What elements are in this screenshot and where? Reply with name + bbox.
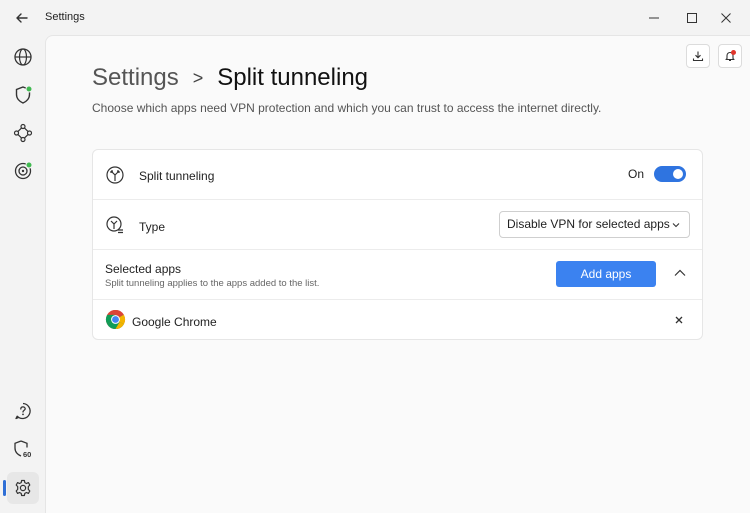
rail-item-threat-protection[interactable] [7,155,39,187]
split-arrows-icon [106,166,124,184]
notification-dot [731,50,736,55]
chrome-icon [105,309,126,330]
shield-60-icon: 60 [14,440,31,459]
rail-item-globe[interactable] [7,41,39,73]
chevron-up-icon[interactable] [672,265,688,281]
split-tunneling-card: Split tunneling On Type Disable VPN for … [92,149,703,340]
split-type-icon [106,216,123,234]
type-row: Type Disable VPN for selected apps [93,200,702,250]
mesh-icon [13,123,33,143]
top-actions [686,44,742,68]
selected-apps-row: Selected apps Split tunneling applies to… [93,250,702,300]
notifications-button[interactable] [718,44,742,68]
page-title: Split tunneling [217,64,369,91]
maximize-icon[interactable] [684,10,700,26]
split-tunneling-label: Split tunneling [139,169,215,183]
window-title: Settings [45,11,85,23]
list-item: Google Chrome [93,300,702,340]
page-description: Choose which apps need VPN protection an… [92,101,602,115]
back-arrow-icon[interactable] [12,8,32,28]
type-select-value: Disable VPN for selected apps [507,217,670,231]
title-bar: Settings [0,0,750,35]
download-icon [692,51,704,62]
chevron-down-icon [672,223,680,228]
split-tunneling-toggle-group: On [628,166,686,182]
split-tunneling-toggle[interactable] [654,166,686,182]
globe-icon [14,48,32,66]
selected-apps-description: Split tunneling applies to the apps adde… [105,278,320,289]
rail-item-help[interactable] [7,395,39,427]
type-select[interactable]: Disable VPN for selected apps [499,211,690,238]
toggle-knob [673,169,683,179]
breadcrumb-root[interactable]: Settings [92,64,179,92]
target-icon [14,161,33,180]
rail-item-protection[interactable] [7,79,39,111]
rail-selection-indicator [3,480,6,496]
split-tunneling-row: Split tunneling On [93,150,702,200]
help-icon [15,402,31,420]
type-label: Type [139,220,166,234]
minimize-icon[interactable] [646,10,662,26]
remove-app-icon[interactable] [672,313,686,327]
selected-apps-title: Selected apps [105,262,182,276]
svg-text:60: 60 [23,450,31,459]
shield-icon [15,85,33,104]
rail-item-settings[interactable] [7,472,39,504]
app-name: Google Chrome [132,315,217,329]
add-apps-button[interactable]: Add apps [556,261,656,287]
gear-icon [15,479,31,497]
rail-item-60-day[interactable]: 60 [7,433,39,465]
close-window-icon[interactable] [718,10,734,26]
rail-item-meshnet[interactable] [7,117,39,149]
breadcrumb: Settings > Split tunneling [92,64,368,92]
breadcrumb-separator: > [192,67,204,88]
toggle-state-text: On [627,167,644,181]
download-button[interactable] [686,44,710,68]
settings-pane: Settings > Split tunneling Choose which … [45,35,750,513]
navigation-rail: 60 [0,35,45,513]
